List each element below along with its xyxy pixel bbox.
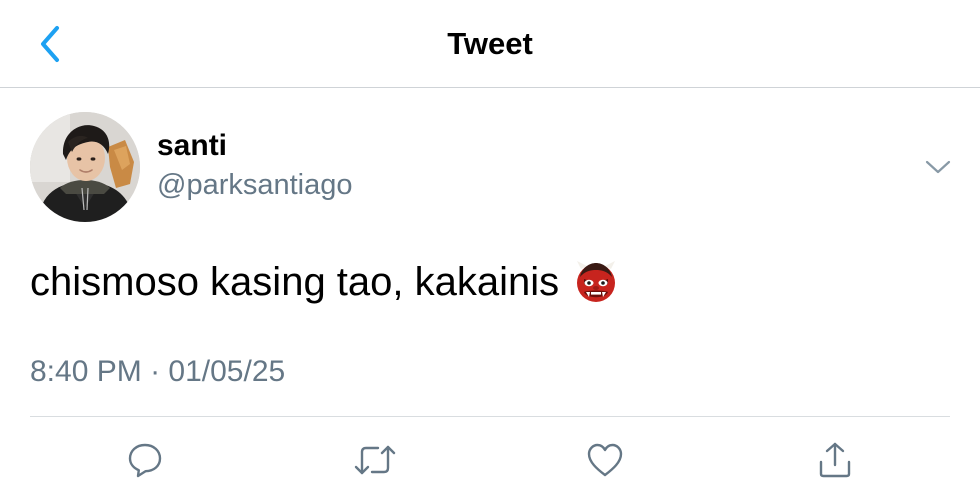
tweet-timestamp: 8:40 PM · 01/05/25 (30, 355, 285, 389)
tweet-text: chismoso kasing tao, kakainis (30, 259, 560, 304)
retweet-icon (354, 445, 396, 475)
timestamp-separator: · (150, 355, 161, 388)
tweet-text-line: chismoso kasing tao, kakainis (30, 259, 619, 305)
top-navigation-bar: Tweet (0, 0, 980, 88)
tweet-menu-button[interactable] (918, 151, 958, 183)
share-icon (819, 442, 851, 478)
user-handle[interactable]: @parksantiago (157, 169, 353, 202)
like-button[interactable] (583, 438, 627, 482)
japanese-ogre-emoji (577, 261, 616, 302)
reply-button[interactable] (123, 438, 167, 482)
chevron-down-icon (925, 160, 951, 174)
divider (30, 416, 950, 417)
share-button[interactable] (813, 438, 857, 482)
page-title: Tweet (447, 26, 533, 61)
tweet-time: 8:40 PM (30, 355, 142, 388)
heart-icon (587, 443, 623, 477)
tweet-date: 01/05/25 (168, 355, 286, 388)
tweet-detail: santi @parksantiago chismoso kasing tao,… (0, 89, 980, 504)
display-name[interactable]: santi (157, 129, 227, 163)
avatar[interactable] (30, 112, 140, 222)
reply-icon (128, 443, 162, 478)
retweet-button[interactable] (353, 438, 397, 482)
avatar-image (30, 112, 140, 222)
